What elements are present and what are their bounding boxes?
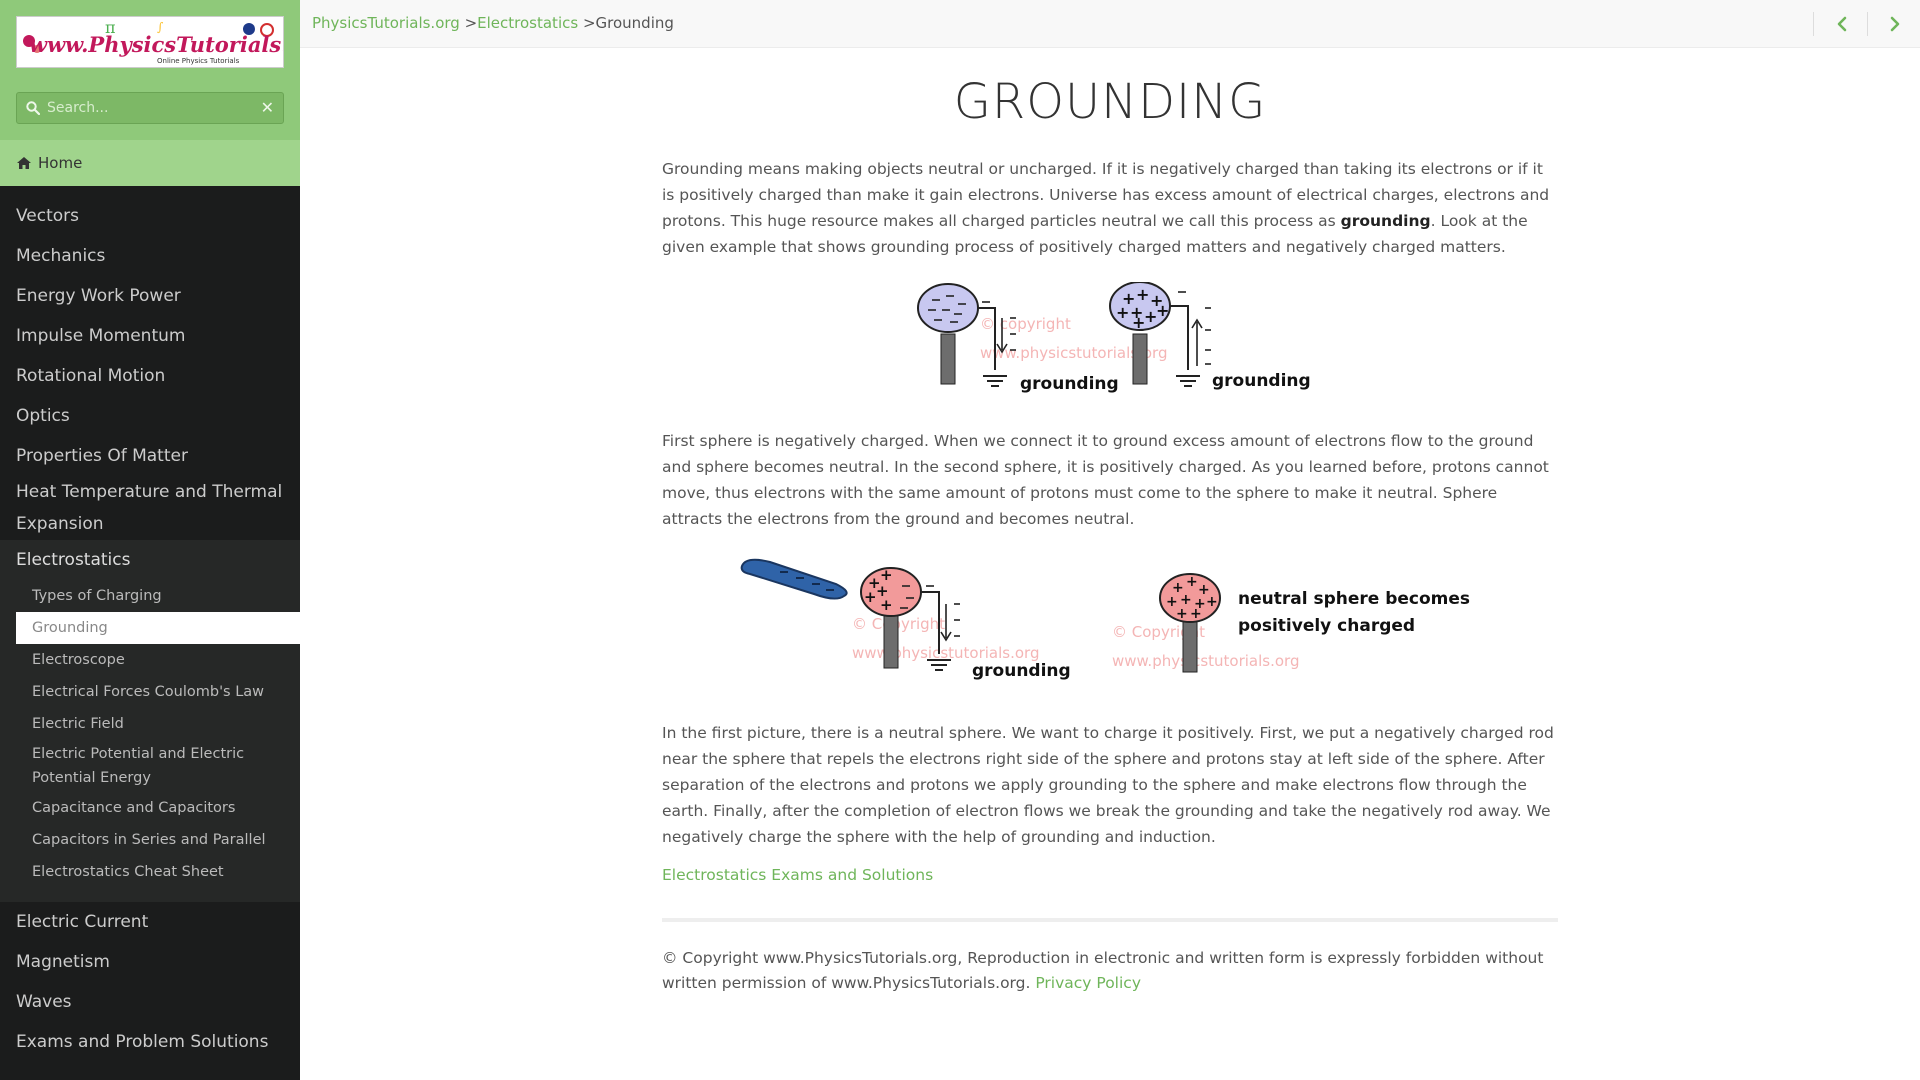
intro-bold-term: grounding <box>1340 212 1431 230</box>
privacy-policy-link[interactable]: Privacy Policy <box>1035 974 1141 992</box>
sidebar-item-electrostatics[interactable]: Electrostatics <box>0 540 300 580</box>
sidebar-subitem-capacitance[interactable]: Capacitance and Capacitors <box>0 792 300 824</box>
figure-induction-charging: © Copyright www.physicstutorials.org © C… <box>662 554 1558 694</box>
logo-text: www.PhysicsTutorials.org <box>29 32 283 57</box>
sidebar-subitem-electric-field[interactable]: Electric Field <box>0 708 300 740</box>
sidebar-subitem-coulombs-law[interactable]: Electrical Forces Coulomb's Law <box>0 676 300 708</box>
sidebar-subitem-grounding[interactable]: Grounding <box>16 612 300 644</box>
toolbar-divider <box>1867 12 1868 36</box>
sidebar-nav: Vectors Mechanics Energy Work Power Impu… <box>0 196 300 1062</box>
sidebar-item-exams[interactable]: Exams and Problem Solutions <box>0 1022 300 1062</box>
figure-label: grounding <box>1020 374 1119 394</box>
sidebar-item-impulse-momentum[interactable]: Impulse Momentum <box>0 316 300 356</box>
search-input[interactable] <box>47 98 247 118</box>
sidebar-item-mechanics[interactable]: Mechanics <box>0 236 300 276</box>
svg-text:+: + <box>1136 285 1149 304</box>
breadcrumb-current: Grounding <box>595 14 674 32</box>
svg-text:+: + <box>864 588 877 606</box>
svg-text:+: + <box>1132 313 1145 332</box>
search-icon <box>26 101 40 115</box>
sidebar-subitem-electric-potential[interactable]: Electric Potential and Electric Potentia… <box>0 740 300 792</box>
sidebar-item-home[interactable]: Home <box>0 140 300 186</box>
breadcrumb-separator: > <box>578 14 596 32</box>
figure-label: positively charged <box>1238 616 1415 636</box>
grounding-diagram: © copyright www.physicstutorials.org gro… <box>917 282 1310 394</box>
sidebar-header: π ∫ www.PhysicsTutorials.org Online Phys… <box>0 0 300 186</box>
page-title: GROUNDING <box>953 74 1267 130</box>
sidebar-subitem-electroscope[interactable]: Electroscope <box>0 644 300 676</box>
induction-diagram: © Copyright www.physicstutorials.org © C… <box>740 558 1470 681</box>
sidebar-group-electrostatics: Electrostatics Types of Charging Groundi… <box>0 540 300 902</box>
sidebar-subitem-capacitors-series-parallel[interactable]: Capacitors in Series and Parallel <box>0 824 300 856</box>
exams-solutions-link[interactable]: Electrostatics Exams and Solutions <box>662 866 933 884</box>
sidebar-item-label: Home <box>38 154 83 172</box>
svg-text:+: + <box>1186 574 1198 590</box>
sidebar-item-waves[interactable]: Waves <box>0 982 300 1022</box>
logo-graphic: π ∫ www.PhysicsTutorials.org Online Phys… <box>23 18 283 65</box>
svg-text:+: + <box>1116 303 1129 322</box>
copyright-notice: © Copyright www.PhysicsTutorials.org, Re… <box>662 946 1558 996</box>
svg-text:+: + <box>1156 301 1169 320</box>
intro-paragraph: Grounding means making objects neutral o… <box>662 156 1558 260</box>
sidebar-item-vectors[interactable]: Vectors <box>0 196 300 236</box>
clear-icon[interactable]: ✕ <box>261 99 274 117</box>
exam-link-container: Electrostatics Exams and Solutions <box>662 866 1558 884</box>
home-icon <box>17 157 31 169</box>
sidebar-item-energy-work-power[interactable]: Energy Work Power <box>0 276 300 316</box>
paragraph-2: First sphere is negatively charged. When… <box>662 432 1549 528</box>
watermark-text: © copyright <box>980 315 1071 333</box>
watermark-text: www.physicstutorials.org <box>1112 652 1299 670</box>
main-content: GROUNDING Grounding means making objects… <box>662 48 1558 996</box>
sidebar-item-magnetism[interactable]: Magnetism <box>0 942 300 982</box>
svg-text:+: + <box>880 596 893 614</box>
watermark-text: © Copyright <box>852 615 945 633</box>
sidebar-item-properties-of-matter[interactable]: Properties Of Matter <box>0 436 300 476</box>
sidebar-subitem-types-of-charging[interactable]: Types of Charging <box>0 580 300 612</box>
svg-text:+: + <box>1176 606 1188 622</box>
chevron-left-icon[interactable] <box>1830 12 1854 36</box>
sidebar-item-electric-current[interactable]: Electric Current <box>0 902 300 942</box>
paragraph-3: In the first picture, there is a neutral… <box>662 724 1554 846</box>
sidebar-item-rotational-motion[interactable]: Rotational Motion <box>0 356 300 396</box>
content-divider <box>662 918 1558 922</box>
sidebar-item-optics[interactable]: Optics <box>0 396 300 436</box>
sidebar: π ∫ www.PhysicsTutorials.org Online Phys… <box>0 0 300 1080</box>
figure-label: neutral sphere becomes <box>1238 589 1470 609</box>
breadcrumb: PhysicsTutorials.org >Electrostatics >Gr… <box>312 14 674 32</box>
svg-text:+: + <box>1190 606 1202 622</box>
site-logo[interactable]: π ∫ www.PhysicsTutorials.org Online Phys… <box>16 16 284 68</box>
topbar: PhysicsTutorials.org >Electrostatics >Gr… <box>300 0 1920 48</box>
sidebar-item-heat-temperature[interactable]: Heat Temperature and Thermal Expansion <box>0 476 300 540</box>
search-box: ✕ <box>16 92 284 124</box>
figure-label: grounding <box>972 661 1071 681</box>
breadcrumb-root-link[interactable]: PhysicsTutorials.org <box>312 14 460 32</box>
breadcrumb-section-link[interactable]: Electrostatics <box>477 14 578 32</box>
breadcrumb-separator: > <box>459 14 478 32</box>
figure-grounding-spheres: © copyright www.physicstutorials.org gro… <box>662 282 1558 402</box>
sidebar-subitem-cheat-sheet[interactable]: Electrostatics Cheat Sheet <box>0 856 300 888</box>
toolbar-divider <box>1813 12 1814 36</box>
svg-text:+: + <box>1206 594 1218 610</box>
figure-label: grounding <box>1212 371 1310 391</box>
chevron-right-icon[interactable] <box>1883 12 1907 36</box>
logo-tagline: Online Physics Tutorials <box>157 57 240 65</box>
